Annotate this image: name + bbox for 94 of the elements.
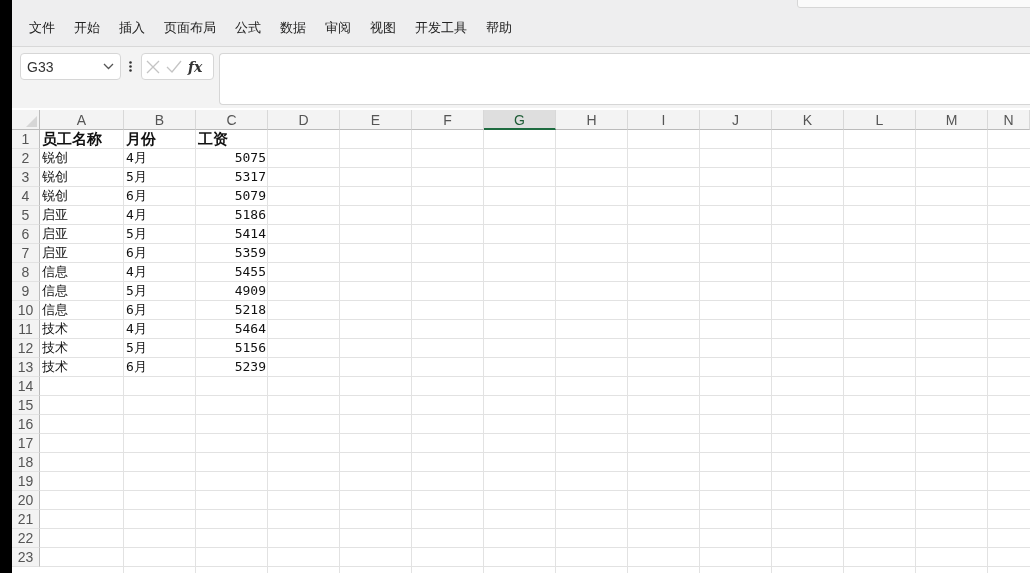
table-cell-text: 4月 (125, 320, 148, 338)
insert-function-button[interactable]: fx (188, 58, 203, 75)
table-cell-text: 信息 (41, 263, 69, 281)
chevron-down-icon (103, 63, 114, 70)
table-cell-text: 员工名称 (41, 130, 103, 149)
table-cell-text: 5359 (233, 244, 267, 262)
row-header[interactable]: 10 (12, 301, 40, 320)
column-header[interactable]: E (340, 110, 412, 130)
row-header[interactable]: 5 (12, 206, 40, 225)
table-cell-text: 5156 (233, 339, 267, 357)
row-header[interactable]: 16 (12, 415, 40, 434)
formula-input[interactable] (219, 53, 1030, 105)
column-header[interactable]: F (412, 110, 484, 130)
row-header[interactable]: 23 (12, 548, 40, 567)
row-header[interactable]: 12 (12, 339, 40, 358)
table-cell-text: 4月 (125, 149, 148, 167)
row-header[interactable]: 18 (12, 453, 40, 472)
table-cell-text: 信息 (41, 301, 69, 319)
table-cell-text: 锐创 (41, 149, 69, 167)
row-header[interactable]: 19 (12, 472, 40, 491)
row-header[interactable]: 3 (12, 168, 40, 187)
ribbon-tab[interactable]: 视图 (370, 19, 396, 37)
column-header[interactable]: L (844, 110, 916, 130)
row-header[interactable]: 2 (12, 149, 40, 168)
table-cell-text: 启亚 (41, 206, 69, 224)
ribbon-tab[interactable]: 页面布局 (164, 19, 216, 37)
table-cell-text: 6月 (125, 187, 148, 205)
table-cell-text: 技术 (41, 320, 69, 338)
ribbon-tab[interactable]: 数据 (280, 19, 306, 37)
row-header[interactable]: 20 (12, 491, 40, 510)
table-cell-text: 5月 (125, 282, 148, 300)
row-header[interactable]: 7 (12, 244, 40, 263)
table-cell-text: 5218 (233, 301, 267, 319)
ribbon-tab[interactable]: 帮助 (486, 19, 512, 37)
column-header[interactable]: I (628, 110, 700, 130)
checkmark-icon[interactable] (166, 60, 182, 73)
row-header[interactable]: 1 (12, 130, 40, 149)
column-header[interactable]: N (988, 110, 1030, 130)
table-cell-text: 5月 (125, 339, 148, 357)
name-box[interactable]: G33 (20, 53, 121, 80)
row-header[interactable]: 21 (12, 510, 40, 529)
row-header[interactable]: 15 (12, 396, 40, 415)
column-header[interactable]: G (484, 110, 556, 130)
row-header[interactable]: 9 (12, 282, 40, 301)
row-header[interactable]: 14 (12, 377, 40, 396)
table-cell-text: 5414 (233, 225, 267, 243)
table-cell-text: 6月 (125, 244, 148, 262)
select-all-icon[interactable] (26, 116, 37, 127)
table-cell-text: 4909 (233, 282, 267, 300)
table-cell-text: 5317 (233, 168, 267, 186)
row-header[interactable]: 8 (12, 263, 40, 282)
row-header[interactable]: 13 (12, 358, 40, 377)
column-header[interactable]: C (196, 110, 268, 130)
table-cell-text: 启亚 (41, 225, 69, 243)
table-cell-text: 技术 (41, 339, 69, 357)
table-cell-text: 锐创 (41, 187, 69, 205)
row-header[interactable]: 22 (12, 529, 40, 548)
table-cell-text: 启亚 (41, 244, 69, 262)
column-header[interactable]: K (772, 110, 844, 130)
table-cell-text: 信息 (41, 282, 69, 300)
ribbon-tab[interactable]: 开发工具 (415, 19, 467, 37)
table-cell-text: 6月 (125, 301, 148, 319)
table-cell-text: 5239 (233, 358, 267, 376)
table-cell-text: 锐创 (41, 168, 69, 186)
table-cell-text: 4月 (125, 263, 148, 281)
ribbon-tab[interactable]: 开始 (74, 19, 100, 37)
table-cell-text: 5186 (233, 206, 267, 224)
table-cell-text: 工资 (197, 130, 229, 149)
column-header[interactable]: B (124, 110, 196, 130)
row-header[interactable]: 17 (12, 434, 40, 453)
table-cell-text: 5月 (125, 168, 148, 186)
table-cell-text: 5075 (233, 149, 267, 167)
row-header[interactable]: 4 (12, 187, 40, 206)
ribbon-tab[interactable]: 审阅 (325, 19, 351, 37)
table-cell-text: 5月 (125, 225, 148, 243)
ribbon-tab[interactable]: 公式 (235, 19, 261, 37)
column-header[interactable]: A (40, 110, 124, 130)
table-cell-text: 月份 (125, 130, 157, 149)
ribbon-tab[interactable]: 插入 (119, 19, 145, 37)
table-cell-text: 5464 (233, 320, 267, 338)
column-header[interactable]: D (268, 110, 340, 130)
row-header[interactable]: 6 (12, 225, 40, 244)
column-header[interactable]: H (556, 110, 628, 130)
table-cell-text: 5079 (233, 187, 267, 205)
table-cell-text: 6月 (125, 358, 148, 376)
close-icon[interactable] (146, 59, 160, 74)
column-header[interactable]: M (916, 110, 988, 130)
row-header[interactable]: 11 (12, 320, 40, 339)
table-cell-text: 4月 (125, 206, 148, 224)
more-icon[interactable] (129, 61, 132, 72)
table-cell-text: 5455 (233, 263, 267, 281)
column-header[interactable]: J (700, 110, 772, 130)
ribbon-tab[interactable]: 文件 (29, 19, 55, 37)
table-cell-text: 技术 (41, 358, 69, 376)
